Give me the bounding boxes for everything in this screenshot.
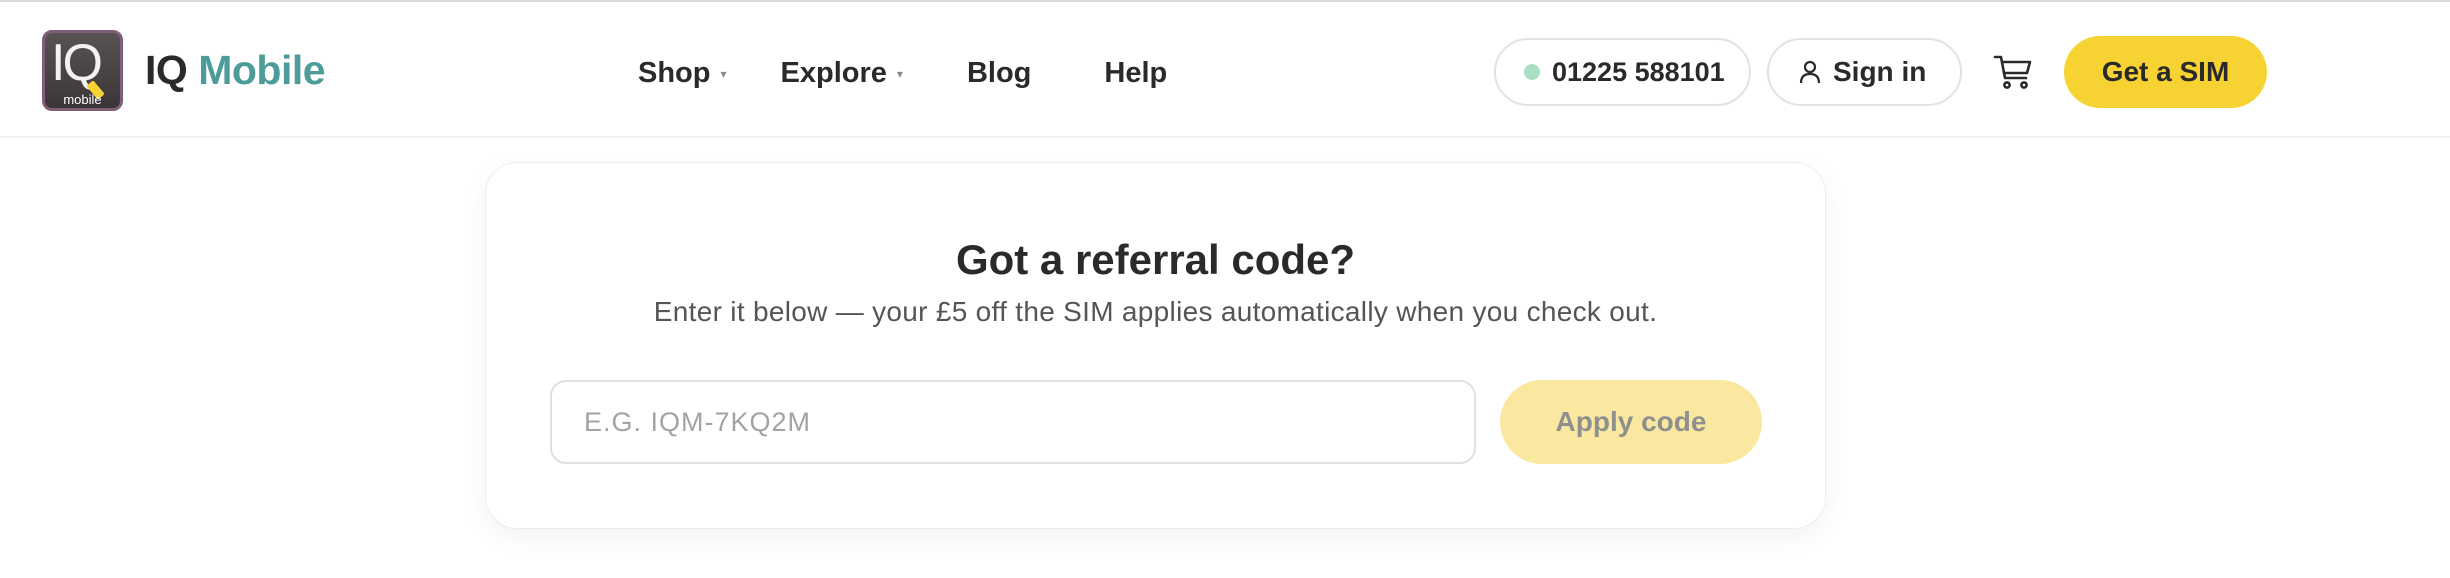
- cart-icon[interactable]: [1993, 52, 2033, 92]
- referral-code-input[interactable]: [550, 380, 1476, 464]
- brand-name-part1: IQ: [145, 47, 188, 93]
- nav-item-label: Explore: [780, 57, 887, 89]
- logo-mark-small-text: mobile: [63, 92, 102, 107]
- referral-subtitle: Enter it below — your £5 off the SIM app…: [653, 296, 1658, 327]
- main-nav: Shop ▾ Explore ▾ Blog Help: [638, 52, 1167, 94]
- site-header: IQ mobile IQ Mobile Shop ▾ Explore ▾ Blo…: [0, 2, 2450, 138]
- phone-button[interactable]: 01225 588101: [1494, 38, 1751, 106]
- nav-item-explore[interactable]: Explore ▾: [781, 52, 903, 94]
- sign-in-button[interactable]: Sign in: [1767, 38, 1962, 106]
- chevron-down-icon: ▾: [896, 67, 903, 81]
- logo-icon: IQ mobile: [42, 30, 123, 111]
- sign-in-label: Sign in: [1833, 56, 1927, 87]
- nav-item-blog[interactable]: Blog: [967, 53, 1031, 93]
- nav-item-help[interactable]: Help: [1104, 53, 1167, 93]
- brand-wordmark: IQ Mobile: [145, 47, 326, 93]
- phone-number: 01225 588101: [1552, 56, 1725, 87]
- apply-code-button[interactable]: Apply code: [1500, 380, 1762, 464]
- status-dot-icon: [1524, 64, 1540, 80]
- referral-card: Got a referral code? Enter it below — yo…: [485, 162, 1826, 529]
- get-a-sim-button[interactable]: Get a SIM: [2064, 36, 2267, 108]
- nav-item-shop[interactable]: Shop ▾: [638, 52, 727, 94]
- brand-name-part2: Mobile: [198, 47, 326, 93]
- user-icon: [1799, 60, 1821, 84]
- chevron-down-icon: ▾: [720, 67, 727, 81]
- nav-item-label: Shop: [638, 57, 711, 89]
- nav-item-label: Help: [1104, 57, 1168, 89]
- nav-item-label: Blog: [966, 57, 1032, 89]
- logo[interactable]: IQ mobile IQ Mobile: [42, 30, 326, 111]
- referral-title: Got a referral code?: [955, 236, 1356, 283]
